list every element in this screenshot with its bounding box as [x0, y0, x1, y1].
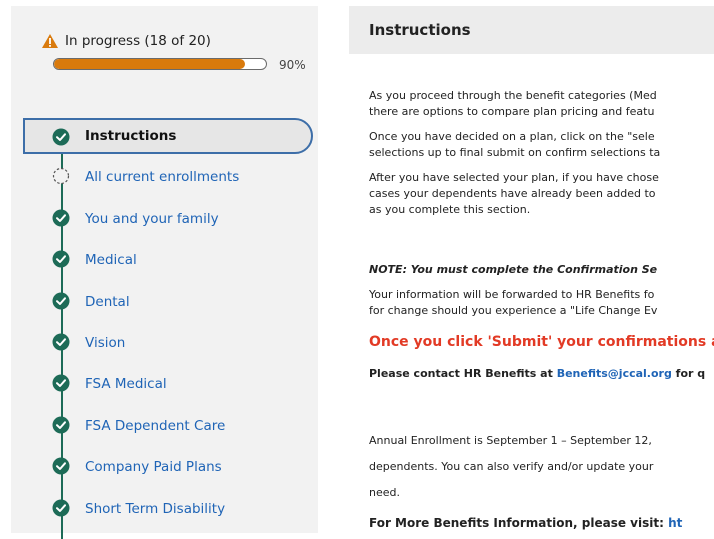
step-label: Dental	[85, 293, 130, 310]
dependents-line-2: cases your dependents have already been …	[369, 187, 656, 200]
progress-sidebar: In progress (18 of 20) 90% Instructions A…	[11, 6, 318, 539]
step-label: FSA Dependent Care	[85, 417, 226, 434]
more-info-prefix: For More Benefits Information, please vi…	[369, 516, 669, 530]
select-line-2: selections up to final submit on confirm…	[369, 146, 661, 159]
check-circle-icon	[52, 250, 70, 268]
check-circle-icon	[52, 209, 70, 227]
intro-line-1: As you proceed through the benefit categ…	[369, 89, 657, 102]
page-title: Instructions	[369, 21, 471, 39]
step-label: All current enrollments	[85, 169, 240, 186]
step-vision[interactable]: Vision	[23, 325, 311, 361]
progress-bar-fill	[54, 59, 245, 69]
forward-line-2: for change should you experience a "Life…	[369, 304, 658, 317]
step-you-and-your-family[interactable]: You and your family	[23, 201, 311, 237]
step-label: Company Paid Plans	[85, 459, 222, 476]
contact-prefix: Please contact HR Benefits at	[369, 367, 557, 380]
enrollment-line-3: need.	[369, 486, 400, 499]
step-fsa-medical[interactable]: FSA Medical	[23, 366, 311, 402]
progress-bar	[53, 58, 267, 70]
check-circle-icon	[52, 499, 70, 517]
step-fsa-dependent-care[interactable]: FSA Dependent Care	[23, 408, 311, 444]
contact-line: Please contact HR Benefits at Benefits@j…	[369, 366, 705, 382]
step-all-current-enrollments[interactable]: All current enrollments	[23, 159, 311, 195]
step-label: Vision	[85, 335, 126, 351]
forward-line-1: Your information will be forwarded to HR…	[369, 288, 655, 301]
pending-circle-icon	[52, 168, 70, 185]
step-label: Medical	[85, 252, 137, 269]
enrollment-line-1: Annual Enrollment is September 1 – Septe…	[369, 434, 652, 447]
check-circle-icon	[52, 416, 70, 434]
more-info-line: For More Benefits Information, please vi…	[369, 515, 682, 531]
dependents-line-3: as you complete this section.	[369, 203, 531, 216]
step-dental[interactable]: Dental	[23, 284, 311, 320]
progress-percent: 90%	[279, 58, 306, 72]
contact-email-link[interactable]: Benefits@jccal.org	[557, 367, 672, 380]
instructions-content: As you proceed through the benefit categ…	[369, 88, 714, 533]
dependents-line-1: After you have selected your plan, if yo…	[369, 171, 659, 184]
step-label: FSA Medical	[85, 376, 167, 393]
more-info-link[interactable]: ht	[668, 516, 682, 530]
content-header: Instructions	[349, 6, 714, 54]
select-line-1: Once you have decided on a plan, click o…	[369, 130, 655, 143]
step-company-paid-plans[interactable]: Company Paid Plans	[23, 449, 311, 485]
step-label: You and your family	[85, 210, 219, 227]
progress-status-text: In progress (18 of 20)	[65, 33, 211, 49]
check-circle-icon	[52, 457, 70, 475]
step-medical[interactable]: Medical	[23, 242, 311, 278]
warning-icon	[42, 34, 58, 48]
enrollment-line-2: dependents. You can also verify and/or u…	[369, 460, 654, 473]
contact-suffix: for q	[671, 367, 706, 380]
progress-status: In progress (18 of 20)	[41, 33, 211, 49]
submit-warning: Once you click 'Submit' your confirmatio…	[369, 334, 714, 350]
step-label: Instructions	[85, 128, 177, 144]
check-circle-icon	[52, 128, 70, 146]
step-short-term-disability[interactable]: Short Term Disability	[23, 491, 311, 527]
check-circle-icon	[52, 292, 70, 310]
step-instructions[interactable]: Instructions	[23, 118, 313, 154]
step-label: Short Term Disability	[85, 500, 226, 517]
intro-line-2: there are options to compare plan pricin…	[369, 105, 655, 118]
confirmation-note: NOTE: You must complete the Confirmation…	[369, 263, 658, 276]
check-circle-icon	[52, 333, 70, 351]
check-circle-icon	[52, 374, 70, 392]
